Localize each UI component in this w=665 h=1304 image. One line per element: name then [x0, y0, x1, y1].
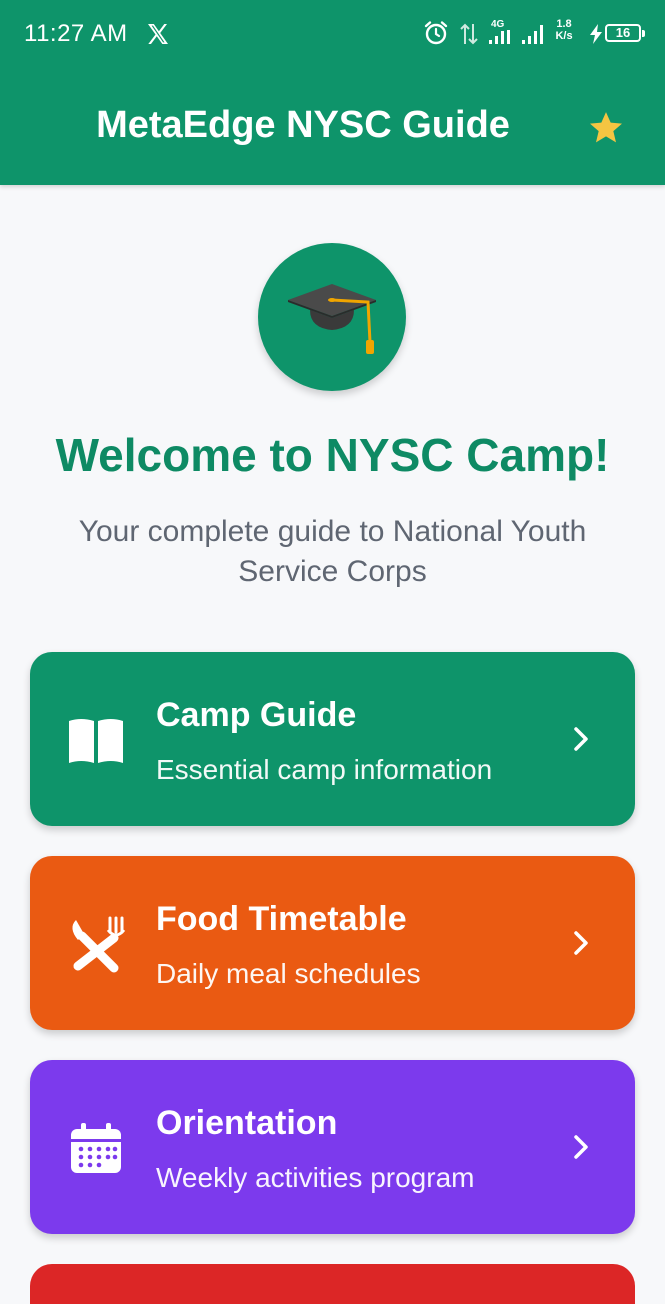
- card-title: Food Timetable: [156, 900, 407, 938]
- chevron-right-icon: [574, 1135, 588, 1159]
- utensils-icon: [66, 914, 126, 974]
- star-icon: [590, 112, 622, 143]
- camp-guide-card[interactable]: Camp Guide Essential camp information: [30, 652, 635, 826]
- x-logo-icon: [148, 24, 168, 44]
- calendar-icon: [66, 1118, 126, 1178]
- status-time: 11:27 AM: [24, 20, 128, 47]
- signal-strength-icon: 4G: [489, 19, 510, 44]
- charging-bolt-icon: [590, 24, 602, 44]
- alarm-icon: [424, 21, 448, 45]
- card-title: Camp Guide: [156, 696, 357, 734]
- book-icon: [66, 710, 126, 770]
- card-title: Orientation: [156, 1104, 338, 1142]
- status-bar: 11:27 AM 4G 1.8 K/s 16: [0, 0, 665, 70]
- card-description: Weekly activities program: [156, 1162, 475, 1193]
- next-card-partial[interactable]: [30, 1264, 635, 1304]
- card-description: Daily meal schedules: [156, 958, 421, 989]
- app-logo: [258, 243, 406, 391]
- svg-text:4G: 4G: [491, 19, 505, 30]
- network-speed: 1.8 K/s: [555, 18, 573, 42]
- favorite-button[interactable]: [582, 104, 630, 152]
- app-bar: 11:27 AM 4G 1.8 K/s 16 MetaEdge NYSC Gui…: [0, 0, 665, 185]
- card-description: Essential camp information: [156, 754, 493, 785]
- welcome-heading: Welcome to NYSC Camp!: [55, 429, 610, 481]
- signal-strength-2-icon: [522, 25, 543, 44]
- chevron-right-icon: [574, 931, 588, 955]
- orientation-card[interactable]: Orientation Weekly activities program: [30, 1060, 635, 1234]
- graduation-cap-icon: [288, 284, 376, 354]
- chevron-right-icon: [574, 727, 588, 751]
- food-timetable-card[interactable]: Food Timetable Daily meal schedules: [30, 856, 635, 1030]
- battery-indicator: 16: [605, 24, 645, 42]
- data-transfer-icon: [460, 23, 478, 45]
- welcome-subtitle: Your complete guide to National Youth Se…: [78, 515, 587, 588]
- app-title: MetaEdge NYSC Guide: [96, 104, 510, 146]
